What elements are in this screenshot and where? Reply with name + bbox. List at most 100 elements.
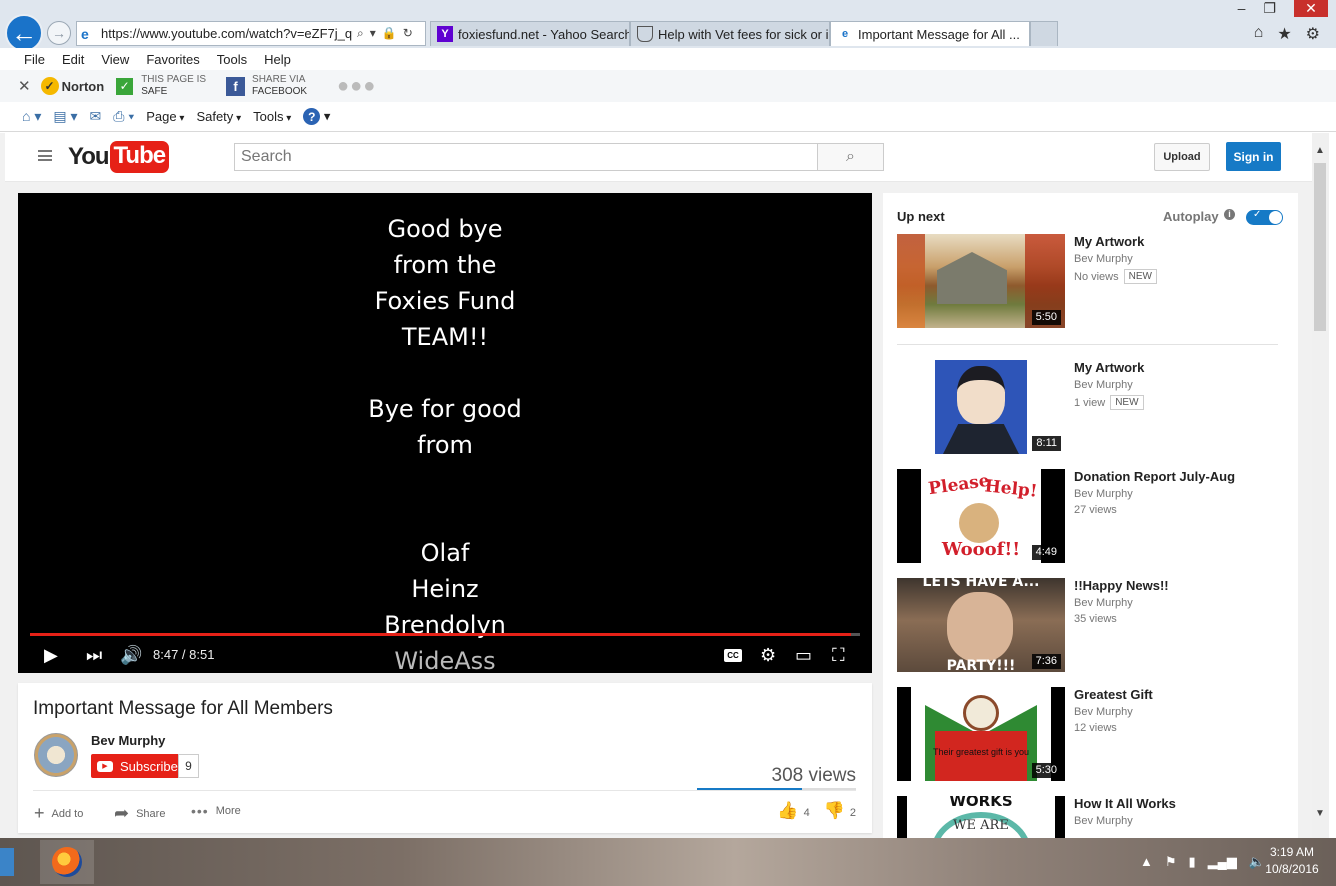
search-icon[interactable]: ⌕ [357,26,364,41]
channel-name[interactable]: Bev Murphy [91,733,165,748]
scroll-down-icon[interactable]: ▼ [1315,808,1325,819]
scroll-up-icon[interactable]: ▲ [1315,145,1325,156]
scrollbar-thumb[interactable] [1314,163,1326,331]
page-menu[interactable]: Page [146,109,184,124]
related-video-item[interactable]: Please Help! Wooof!! 4:49 Donation Repor… [897,469,1287,564]
menu-edit[interactable]: Edit [62,52,84,67]
menu-help[interactable]: Help [264,52,291,67]
lock-icon[interactable]: 🔒 [382,26,397,41]
tools-menu[interactable]: Tools [253,109,291,124]
autoplay-toggle[interactable]: ✓ [1246,209,1283,225]
captions-icon[interactable]: CC [724,649,742,662]
video-channel[interactable]: Bev Murphy [1074,253,1133,265]
dislike-button[interactable]: 👎 2 [824,801,856,821]
sign-in-button[interactable]: Sign in [1226,142,1281,171]
network-signal-icon[interactable]: ▂▄▆ [1208,854,1237,870]
video-thumbnail[interactable]: LETS HAVE A... PARTY!!! 7:36 [897,578,1065,672]
norton-logo[interactable]: ✓ Norton [40,77,104,95]
video-channel[interactable]: Bev Murphy [1074,815,1133,827]
subscribe-button[interactable]: ▶ Subscribe [91,754,186,778]
tab-yahoo-search[interactable]: Y foxiesfund.net - Yahoo Search ... [430,21,630,46]
video-thumbnail[interactable]: 8:11 [897,360,1065,454]
search-input[interactable]: Search [234,143,818,171]
page-safe-status[interactable]: THIS PAGE IS SAFE [141,74,206,98]
help-menu[interactable]: ? ▾ [303,108,330,125]
search-button[interactable]: ⌕ [817,143,884,171]
related-video-item[interactable]: 8:11 My Artwork Bev Murphy 1 view NEW [897,360,1287,455]
share-button[interactable]: ➦ Share [114,803,165,824]
video-thumbnail[interactable]: 5:50 [897,234,1065,328]
video-title[interactable]: !!Happy News!! [1074,578,1169,593]
video-title[interactable]: How It All Works [1074,796,1176,811]
upload-button[interactable]: Upload [1154,143,1210,171]
show-hidden-icons-icon[interactable]: ▲ [1140,854,1153,870]
video-title[interactable]: Greatest Gift [1074,687,1153,702]
volume-icon[interactable]: 🔊 [120,645,142,665]
video-thumbnail[interactable]: WORKS WE ARE [897,796,1065,838]
menu-view[interactable]: View [101,52,129,67]
hamburger-menu-icon[interactable] [38,150,52,161]
safety-menu[interactable]: Safety [196,109,241,124]
related-video-item[interactable]: LETS HAVE A... PARTY!!! 7:36 !!Happy New… [897,578,1287,673]
minimize-icon[interactable]: – [1238,0,1246,17]
related-video-item[interactable]: Their greatest gift is you 5:30 Greatest… [897,687,1287,782]
new-tab-button[interactable] [1030,21,1058,46]
menu-tools[interactable]: Tools [217,52,247,67]
home-icon[interactable]: ⌂ ▾ [22,108,41,125]
taskbar-firefox[interactable] [40,840,94,884]
add-to-button[interactable]: + Add to [34,803,83,824]
video-channel[interactable]: Bev Murphy [1074,706,1133,718]
video-channel[interactable]: Bev Murphy [1074,379,1133,391]
start-button[interactable] [0,848,14,876]
youtube-logo[interactable]: You Tube [68,141,170,173]
page-scrollbar[interactable]: ▲ ▼ [1312,133,1329,838]
feeds-icon[interactable]: ▤ ▾ [53,108,77,125]
more-dots-icon[interactable]: ●●● [337,75,376,98]
settings-gear-icon[interactable]: ⚙ [1306,24,1320,44]
maximize-icon[interactable]: ❐ [1263,0,1276,17]
video-title[interactable]: My Artwork [1074,234,1144,249]
tab-vet-fees[interactable]: Help with Vet fees for sick or in... [630,21,830,46]
power-icon[interactable]: ▮ [1189,854,1196,870]
more-button[interactable]: ••• More [191,803,241,819]
action-center-flag-icon[interactable]: ⚑ [1165,854,1177,870]
channel-avatar[interactable] [34,733,78,777]
theater-mode-icon[interactable]: ▭ [795,645,812,665]
share-facebook[interactable]: SHARE VIA FACEBOOK [252,74,307,98]
taskbar-clock[interactable]: 3:19 AM 10/8/2016 [1262,844,1322,878]
time-display: 8:47 / 8:51 [153,647,215,662]
fullscreen-icon[interactable]: ⛶ [832,645,845,665]
close-toolbar-icon[interactable]: ✕ [18,77,31,95]
video-player[interactable]: Good bye from the Foxies Fund TEAM!! Bye… [18,193,872,675]
mail-icon[interactable]: ✉ [90,108,102,125]
menu-file[interactable]: File [24,52,45,67]
video-thumbnail[interactable]: Please Help! Wooof!! 4:49 [897,469,1065,563]
video-channel[interactable]: Bev Murphy [1074,597,1133,609]
tab-important-message[interactable]: e Important Message for All ... ✕ [830,21,1030,46]
menu-favorites[interactable]: Favorites [146,52,199,67]
next-icon[interactable]: ⏭ [86,645,102,665]
video-title[interactable]: Donation Report July-Aug [1074,469,1235,484]
settings-gear-icon[interactable]: ⚙ [760,645,776,665]
play-icon[interactable]: ▶ [44,645,58,665]
address-bar-url[interactable]: https://www.youtube.com/watch?v=eZF7j_qu… [101,26,353,41]
related-video-item[interactable]: WORKS WE ARE How It All Works Bev Murphy [897,796,1287,838]
back-button[interactable]: ← [5,14,43,52]
video-channel[interactable]: Bev Murphy [1074,488,1133,500]
video-title[interactable]: My Artwork [1074,360,1144,375]
refresh-icon[interactable]: ↻ [403,26,413,41]
related-video-item[interactable]: 5:50 My Artwork Bev Murphy No views NEW [897,234,1287,329]
address-bar[interactable]: e https://www.youtube.com/watch?v=eZF7j_… [76,21,426,46]
forward-button[interactable]: → [47,21,71,45]
info-icon[interactable]: i [1224,209,1235,220]
dropdown-icon[interactable]: ▾ [370,26,376,41]
video-thumbnail[interactable]: Their greatest gift is you 5:30 [897,687,1065,781]
close-window-icon[interactable]: ✕ [1294,0,1328,17]
like-button[interactable]: 👍 4 [777,801,809,821]
progress-bar[interactable] [30,633,860,636]
thumbs-up-icon: 👍 [777,801,799,820]
facebook-icon[interactable]: f [226,76,246,96]
print-icon[interactable]: ⎙ ▾ [113,108,134,125]
home-icon[interactable]: ⌂ [1254,24,1264,44]
favorites-star-icon[interactable]: ★ [1277,24,1291,44]
